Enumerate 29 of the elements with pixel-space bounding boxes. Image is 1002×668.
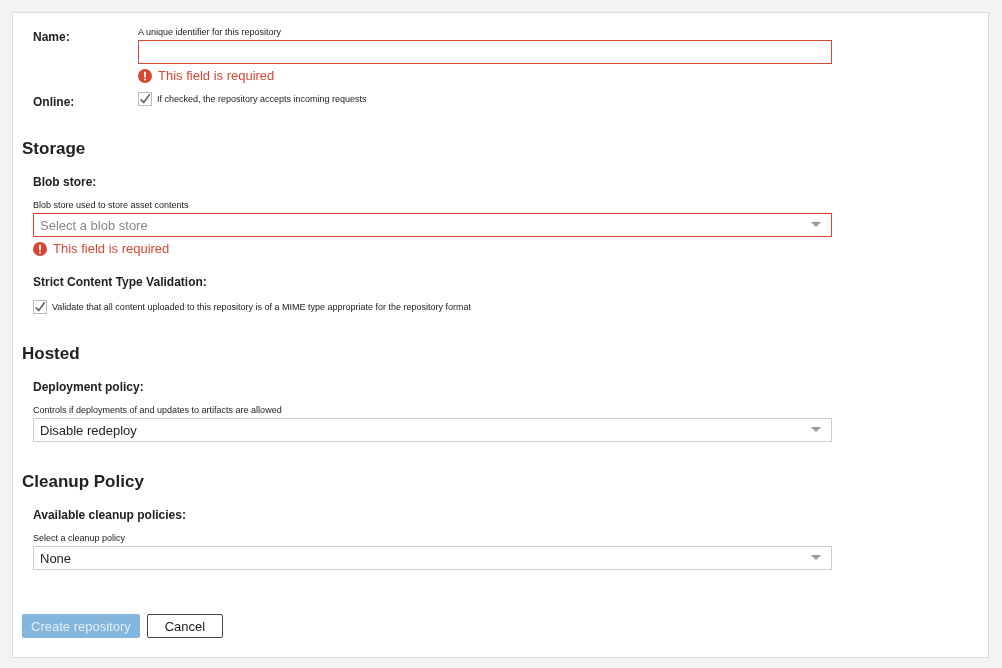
field-label: Available cleanup policies: bbox=[33, 508, 187, 522]
cancel-button[interactable]: Cancel bbox=[146, 614, 224, 638]
select-field[interactable]: None bbox=[33, 546, 832, 570]
error-icon bbox=[33, 241, 47, 256]
field-hint: Controls if deployments of and updates to artifacts are allowed bbox=[33, 405, 283, 415]
error-message: This field is required bbox=[158, 68, 275, 83]
field-hint: A unique identifier for this repository bbox=[138, 27, 283, 37]
checkbox-label: Validate that all content uploaded to this repository is of a MIME type appropriate for the repository format bbox=[52, 302, 472, 312]
checkbox-label: If checked, the repository accepts incoming requests bbox=[157, 94, 367, 104]
checkbox[interactable] bbox=[33, 300, 47, 314]
field-label: Blob store: bbox=[33, 175, 98, 189]
error-message: This field is required bbox=[53, 241, 170, 256]
field-hint: Select a cleanup policy bbox=[33, 533, 127, 543]
select-field[interactable]: Select a blob store bbox=[33, 213, 832, 237]
field-hint: Blob store used to store asset contents bbox=[33, 200, 190, 210]
error-icon bbox=[138, 68, 152, 83]
caret-icon bbox=[811, 427, 821, 433]
field-label: Online: bbox=[32, 94, 76, 109]
section-heading: Storage bbox=[22, 139, 87, 159]
name-input-field[interactable] bbox=[138, 40, 832, 64]
field-label: Name: bbox=[32, 29, 71, 46]
select-field[interactable]: Disable redeploy bbox=[33, 418, 832, 442]
field-label: Strict Content Type Validation: bbox=[33, 275, 208, 289]
checkbox[interactable] bbox=[138, 92, 152, 106]
field-label: Deployment policy: bbox=[33, 380, 145, 394]
section-heading: Cleanup Policy bbox=[22, 472, 145, 492]
caret-icon bbox=[811, 555, 821, 561]
caret-icon bbox=[811, 222, 821, 228]
section-heading: Hosted bbox=[22, 344, 81, 364]
